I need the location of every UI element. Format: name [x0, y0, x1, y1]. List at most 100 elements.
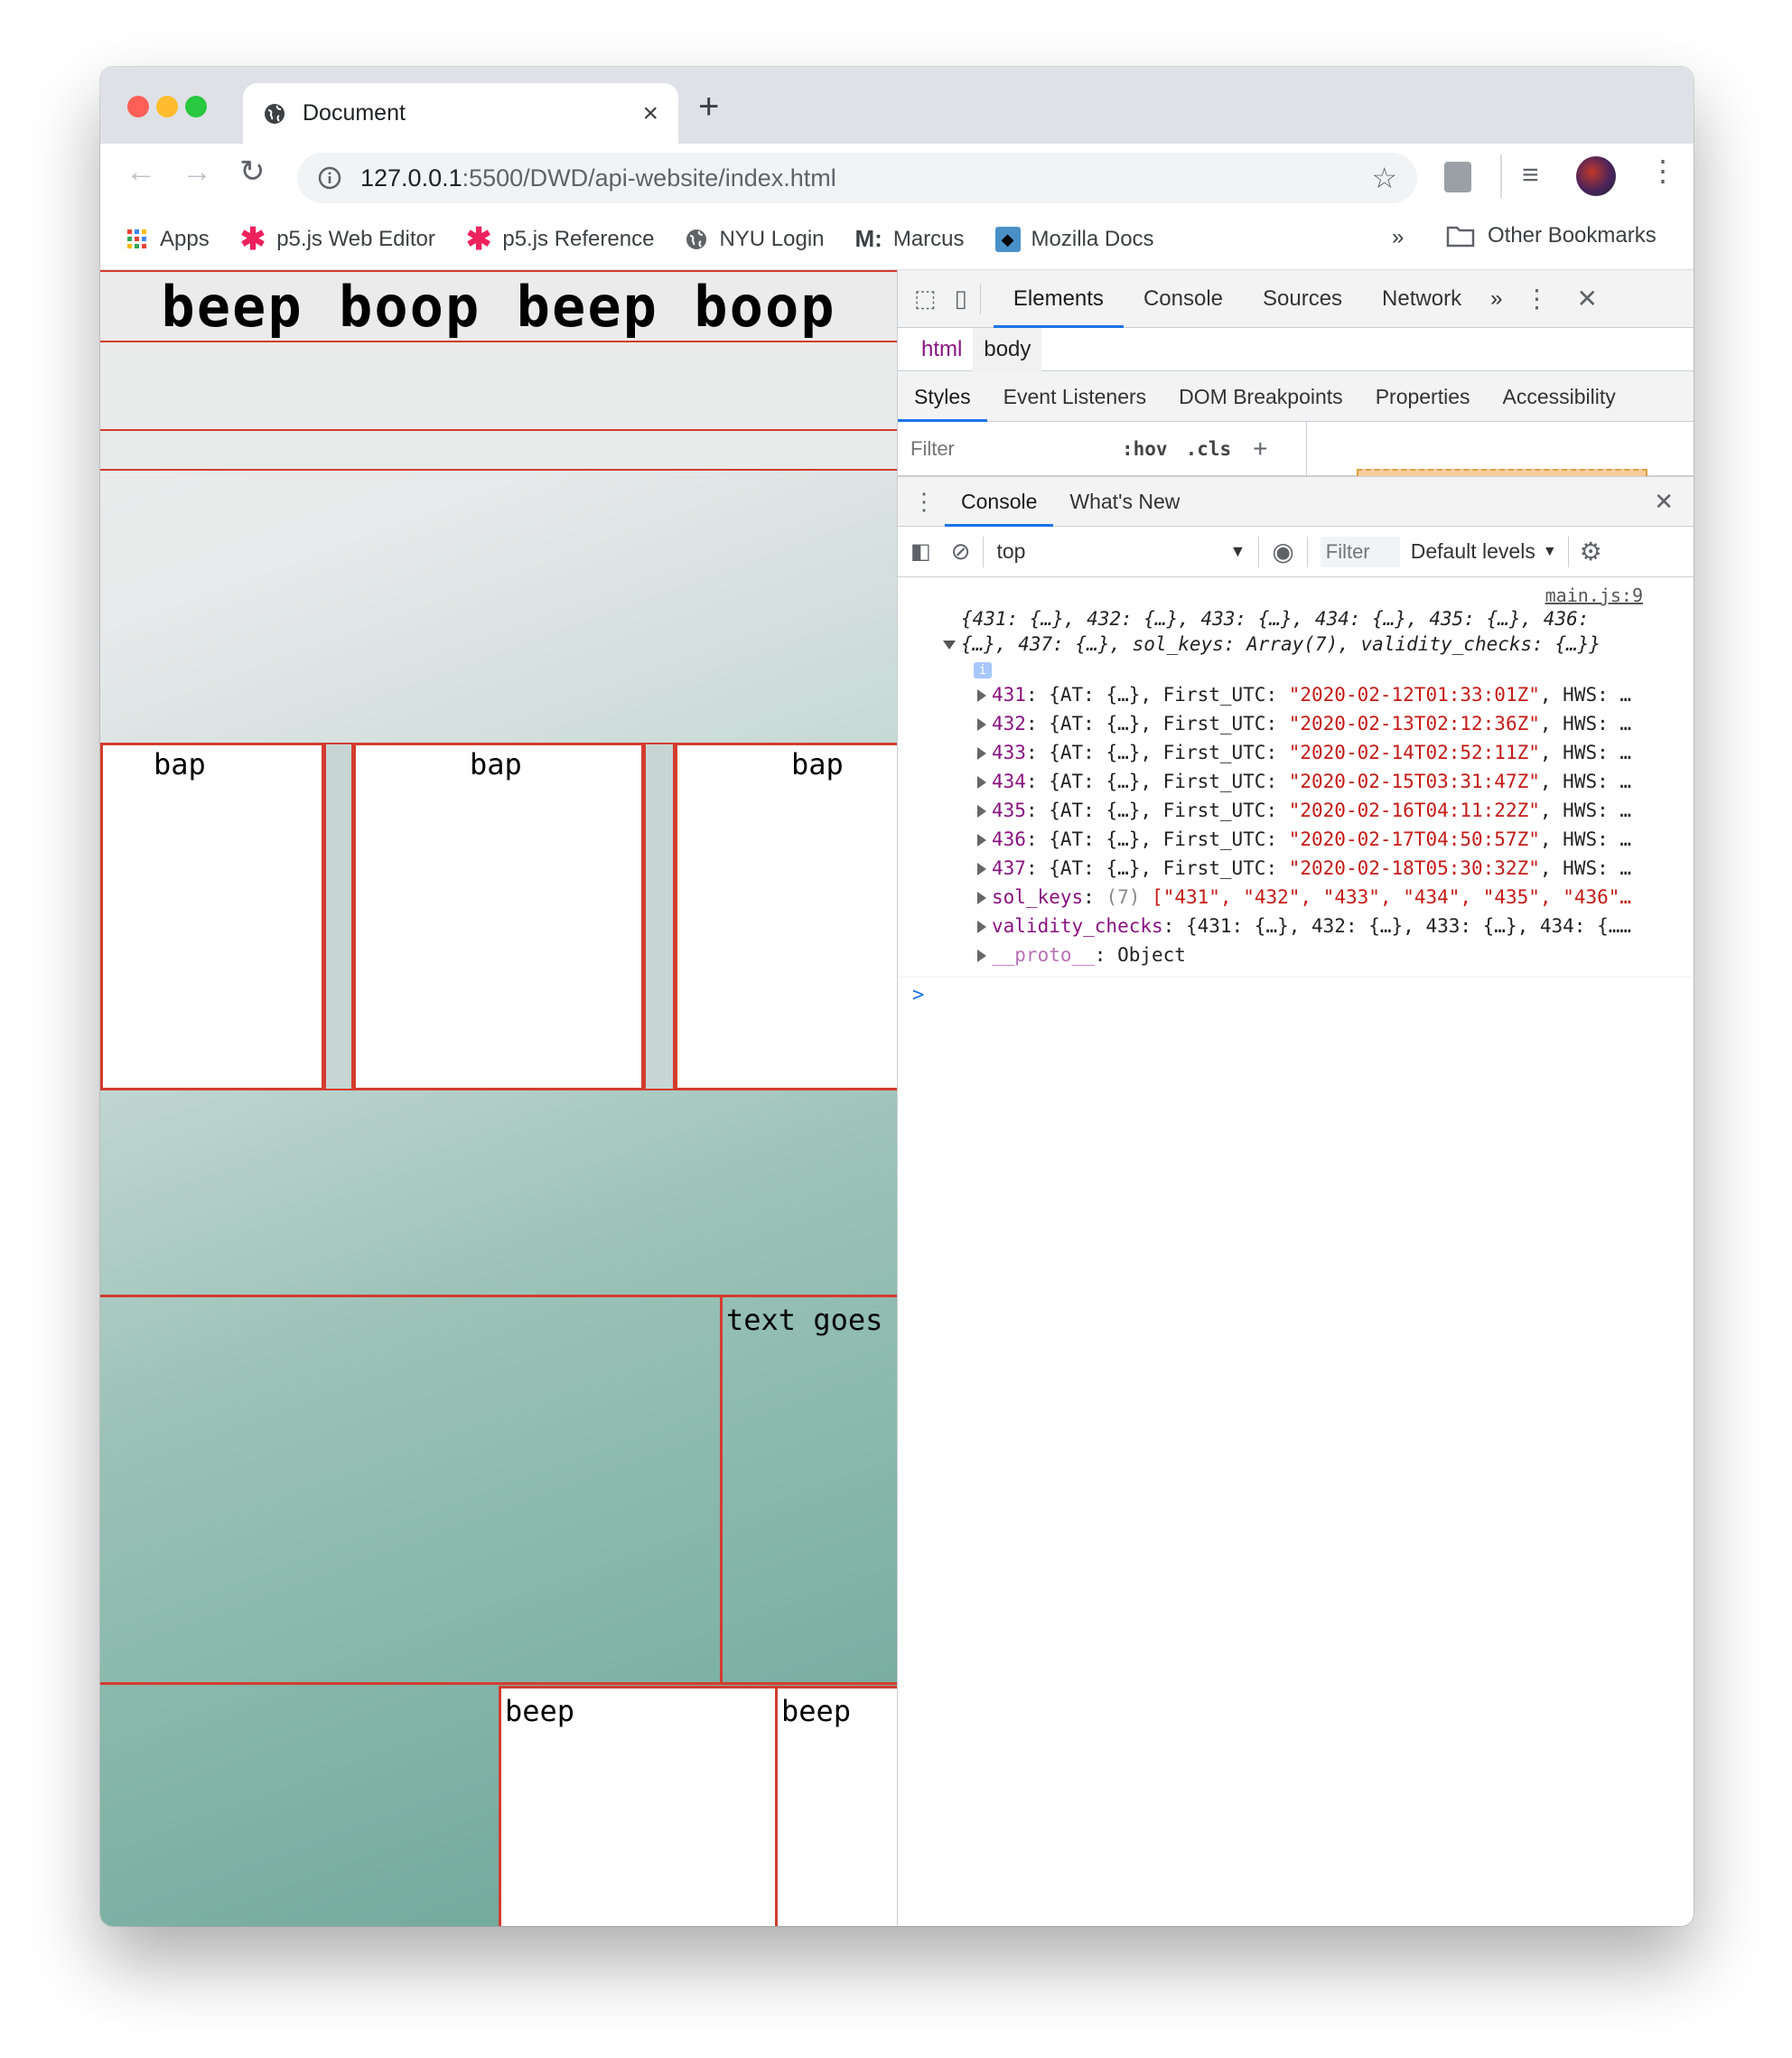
subtab-properties[interactable]: Properties	[1359, 371, 1487, 422]
extension-icon[interactable]	[1444, 162, 1471, 192]
url-text[interactable]: 127.0.0.1:5500/DWD/api-website/index.htm…	[360, 164, 1371, 192]
forward-arrow-icon[interactable]: →	[182, 156, 212, 187]
collapsed-triangle-icon[interactable]	[977, 747, 986, 760]
context-chevron-down-icon[interactable]: ▼	[1229, 542, 1246, 561]
bookmark-p5-reference[interactable]: ✱ p5.js Reference	[466, 221, 655, 257]
drawer-tab-whats-new[interactable]: What's New	[1053, 476, 1196, 527]
subtab-dom-breakpoints[interactable]: DOM Breakpoints	[1162, 371, 1359, 422]
expand-triangle-icon[interactable]	[943, 641, 956, 650]
new-style-rule-icon[interactable]: +	[1253, 435, 1267, 463]
browser-tab[interactable]: Document ×	[243, 83, 678, 144]
entry-key: 437	[992, 857, 1026, 879]
bookmark-mozilla-docs[interactable]: ◆ Mozilla Docs	[994, 226, 1154, 252]
console-entry-sol-keys[interactable]: sol_keys: (7) ["431", "432", "433", "434…	[898, 883, 1694, 912]
bookmarks-overflow-icon[interactable]: »	[1392, 225, 1404, 250]
back-arrow-icon[interactable]: ←	[126, 156, 156, 187]
collapsed-triangle-icon[interactable]	[977, 834, 986, 847]
object-summary-expanded[interactable]: {…}, 437: {…}, sol_keys: Array(7), valid…	[898, 631, 1694, 657]
breadcrumb: html body	[898, 327, 1694, 371]
address-bar[interactable]: 127.0.0.1:5500/DWD/api-website/index.htm…	[297, 153, 1417, 203]
source-link[interactable]: main.js:9	[898, 585, 1694, 606]
console-prompt[interactable]: >	[898, 977, 1694, 1013]
eye-icon[interactable]: ◉	[1272, 537, 1293, 566]
subtab-event-listeners[interactable]: Event Listeners	[987, 371, 1163, 422]
tab-network[interactable]: Network	[1362, 270, 1481, 328]
collapsed-triangle-icon[interactable]	[977, 805, 986, 818]
entry-pre: : {AT: {…}, First_UTC:	[1025, 684, 1289, 706]
collapsed-triangle-icon[interactable]	[977, 921, 986, 933]
cls-toggle[interactable]: .cls	[1186, 438, 1232, 460]
levels-chevron-down-icon[interactable]: ▼	[1543, 544, 1557, 560]
collapsed-triangle-icon[interactable]	[977, 689, 986, 702]
styles-filter-input[interactable]	[910, 436, 1109, 461]
console-entry-validity[interactable]: validity_checks: {431: {…}, 432: {…}, 43…	[898, 912, 1694, 940]
drawer-menu-icon[interactable]: ⋮	[912, 488, 936, 516]
console-filter-input[interactable]	[1320, 536, 1400, 567]
close-window-button[interactable]	[127, 96, 149, 117]
info-icon[interactable]	[317, 165, 342, 191]
tab-elements[interactable]: Elements	[993, 270, 1124, 328]
clear-console-icon[interactable]: ⊘	[951, 538, 971, 566]
bap-box: bap	[100, 743, 324, 1090]
breadcrumb-html[interactable]: html	[910, 328, 973, 371]
bookmark-p5-editor[interactable]: ✱ p5.js Web Editor	[240, 221, 435, 257]
reload-icon[interactable]: ↻	[239, 156, 266, 187]
console-entry[interactable]: 436: {AT: {…}, First_UTC: "2020-02-17T04…	[898, 825, 1694, 854]
text-box-content: text goes	[726, 1303, 883, 1337]
devtools-menu-icon[interactable]: ⋮	[1524, 284, 1549, 313]
console-entry[interactable]: 431: {AT: {…}, First_UTC: "2020-02-12T01…	[898, 680, 1694, 709]
console-entry[interactable]: 433: {AT: {…}, First_UTC: "2020-02-14T02…	[898, 738, 1694, 767]
tab-title: Document	[303, 100, 406, 126]
subtab-styles[interactable]: Styles	[898, 371, 987, 422]
console-entry[interactable]: 435: {AT: {…}, First_UTC: "2020-02-16T04…	[898, 796, 1694, 825]
settings-gear-icon[interactable]: ⚙	[1580, 537, 1602, 566]
console-entry[interactable]: 437: {AT: {…}, First_UTC: "2020-02-18T05…	[898, 854, 1694, 883]
entry-value: "2020-02-18T05:30:32Z"	[1288, 857, 1540, 879]
collapsed-triangle-icon[interactable]	[977, 776, 986, 789]
box-gap	[644, 743, 675, 1090]
device-toolbar-icon[interactable]: ▯	[955, 285, 967, 313]
bookmark-nyu-login[interactable]: NYU Login	[685, 227, 825, 252]
close-devtools-icon[interactable]: ✕	[1576, 284, 1597, 313]
drawer-tab-console[interactable]: Console	[945, 476, 1054, 527]
close-drawer-icon[interactable]: ✕	[1654, 488, 1674, 516]
console-entry[interactable]: 434: {AT: {…}, First_UTC: "2020-02-15T03…	[898, 767, 1694, 796]
entry-value: "2020-02-13T02:12:36Z"	[1288, 713, 1540, 734]
collapsed-triangle-icon[interactable]	[977, 718, 986, 731]
zoom-window-button[interactable]	[185, 96, 207, 117]
tab-close-icon[interactable]: ×	[642, 98, 658, 129]
new-tab-button[interactable]: +	[698, 89, 719, 125]
context-select[interactable]: top	[996, 539, 1229, 564]
bookmark-label: p5.js Reference	[502, 226, 655, 251]
breadcrumb-body[interactable]: body	[973, 327, 1042, 371]
hov-toggle[interactable]: :hov	[1122, 438, 1168, 460]
mozilla-icon: ◆	[994, 226, 1021, 252]
text-box: text goes	[720, 1295, 897, 1685]
inspect-element-icon[interactable]: ⬚	[914, 285, 937, 313]
more-tabs-icon[interactable]: »	[1481, 270, 1511, 328]
entry-value: "2020-02-12T01:33:01Z"	[1288, 684, 1540, 706]
media-queue-icon[interactable]: ≡	[1522, 158, 1539, 192]
console-entry[interactable]: 432: {AT: {…}, First_UTC: "2020-02-13T02…	[898, 709, 1694, 738]
star-icon[interactable]: ☆	[1371, 161, 1397, 195]
menu-dots-icon[interactable]: ⋮	[1648, 156, 1677, 185]
bookmark-marcus[interactable]: M: Marcus	[855, 225, 965, 253]
subtab-accessibility[interactable]: Accessibility	[1487, 371, 1632, 422]
info-badge-icon[interactable]: i	[974, 662, 992, 678]
sidebar-toggle-icon[interactable]: ◧	[910, 538, 931, 565]
tab-sources[interactable]: Sources	[1243, 270, 1362, 328]
beep-text: beep	[781, 1694, 852, 1728]
log-levels-select[interactable]: Default levels	[1411, 539, 1535, 564]
other-bookmarks[interactable]: Other Bookmarks	[1446, 223, 1657, 248]
row-divider	[100, 1682, 897, 1685]
collapsed-triangle-icon[interactable]	[977, 863, 986, 875]
minimize-window-button[interactable]	[156, 96, 178, 117]
bap-box: bap	[353, 743, 644, 1090]
collapsed-triangle-icon[interactable]	[977, 949, 986, 962]
avatar[interactable]	[1576, 156, 1616, 196]
bookmark-apps[interactable]: Apps	[126, 227, 210, 252]
console-entry-proto[interactable]: __proto__: Object	[898, 940, 1694, 969]
tab-console[interactable]: Console	[1124, 270, 1243, 328]
collapsed-triangle-icon[interactable]	[977, 892, 986, 904]
toolbar-divider	[979, 283, 981, 314]
